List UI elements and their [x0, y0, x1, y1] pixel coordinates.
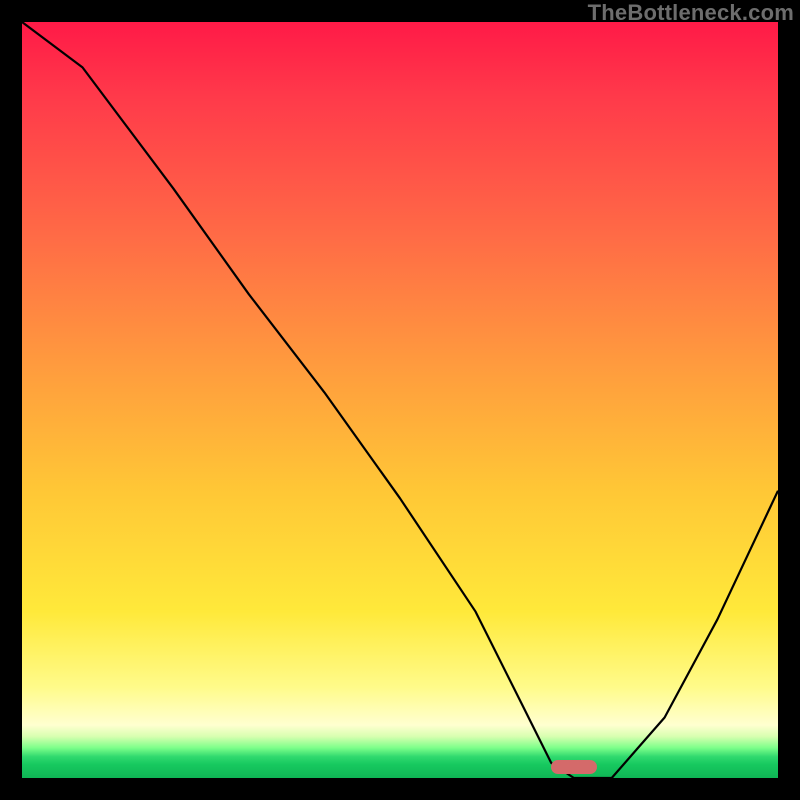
bottleneck-curve	[22, 22, 778, 778]
optimal-point-marker	[551, 760, 596, 774]
curve-path	[22, 22, 778, 778]
chart-frame: TheBottleneck.com	[0, 0, 800, 800]
plot-area	[22, 22, 778, 778]
watermark-text: TheBottleneck.com	[588, 0, 794, 26]
